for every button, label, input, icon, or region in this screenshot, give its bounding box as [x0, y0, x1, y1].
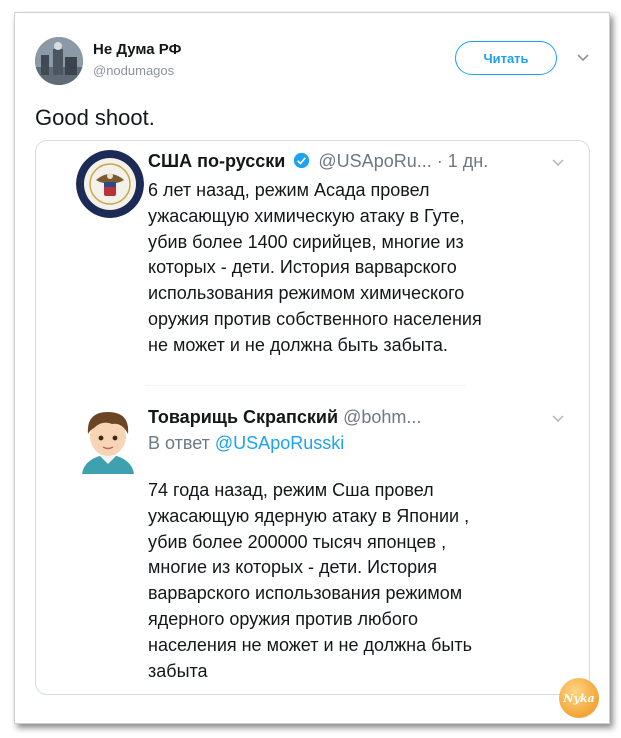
quoted-tweet-time[interactable]: · 1 дн.	[437, 151, 488, 171]
text-line: ядерного оружия против любого	[148, 608, 419, 629]
reply-author-avatar[interactable]	[76, 404, 140, 474]
chevron-down-icon[interactable]	[575, 51, 591, 65]
watermark-logo: Nyka	[559, 678, 599, 718]
text-line: оружия против собственного населения	[148, 308, 482, 329]
text-line: многие из которых - дети. История	[148, 557, 437, 578]
divider	[146, 385, 466, 386]
follow-button[interactable]: Читать	[455, 41, 557, 75]
text-line: убив более 200000 тысяч японцев ,	[148, 531, 447, 552]
reply-to-line: В ответ @USApoRusski	[148, 433, 344, 454]
author-handle[interactable]: @nodumagos	[93, 63, 174, 78]
text-line: населения не может и не должна быть	[148, 634, 472, 655]
text-line: ужасающую ядерную атаку в Японии ,	[148, 505, 470, 526]
reply-author-name[interactable]: Товарищь Скрапский	[148, 407, 338, 427]
verified-badge-icon	[294, 152, 310, 169]
tweet-card: Не Дума РФ @nodumagos Читать Good shoot.…	[14, 12, 610, 724]
reply-tweet-header: Товарищь Скрапский @bohm...	[148, 407, 421, 428]
reply-to-link[interactable]: @USApoRusski	[215, 433, 344, 453]
quoted-author-name[interactable]: США по-русски	[148, 151, 285, 171]
text-line: 74 года назад, режим Сша провел	[148, 480, 434, 500]
reply-author-handle[interactable]: @bohm...	[343, 407, 421, 427]
tweet-text: Good shoot.	[35, 105, 155, 130]
reply-tweet-text: 74 года назад, режим Сша провел ужасающу…	[148, 478, 568, 684]
quoted-author-handle[interactable]: @USApoRu...	[318, 151, 431, 171]
text-line: 6 лет назад, режим Асада провел	[148, 180, 430, 200]
text-line: использования режимом химического	[148, 283, 465, 304]
quoted-chevron-down-icon[interactable]	[551, 157, 565, 169]
author-avatar[interactable]	[35, 37, 83, 85]
state-department-seal-avatar[interactable]	[76, 150, 144, 218]
watermark-text: Nyka	[563, 691, 595, 705]
text-line: убив более 1400 сирийцев, многие из	[148, 231, 464, 252]
text-line: которых - дети. История варварского	[148, 257, 457, 278]
reply-chevron-down-icon[interactable]	[551, 413, 565, 425]
text-line: ужасающую химическую атаку в Гуте,	[148, 205, 465, 226]
author-name[interactable]: Не Дума РФ	[93, 41, 181, 58]
quoted-tweet-box[interactable]: США по-русски @USApoRu... · 1 дн. 6 лет …	[35, 140, 590, 695]
text-line: не может и не должна быть забыта.	[148, 334, 448, 355]
quoted-tweet-text: 6 лет назад, режим Асада провел ужасающу…	[148, 178, 568, 359]
quoted-tweet-header: США по-русски @USApoRu... · 1 дн.	[148, 151, 488, 172]
reply-prefix: В ответ	[148, 433, 210, 453]
text-line: забыта	[148, 660, 208, 681]
text-line: варварского использования режимом	[148, 583, 463, 604]
